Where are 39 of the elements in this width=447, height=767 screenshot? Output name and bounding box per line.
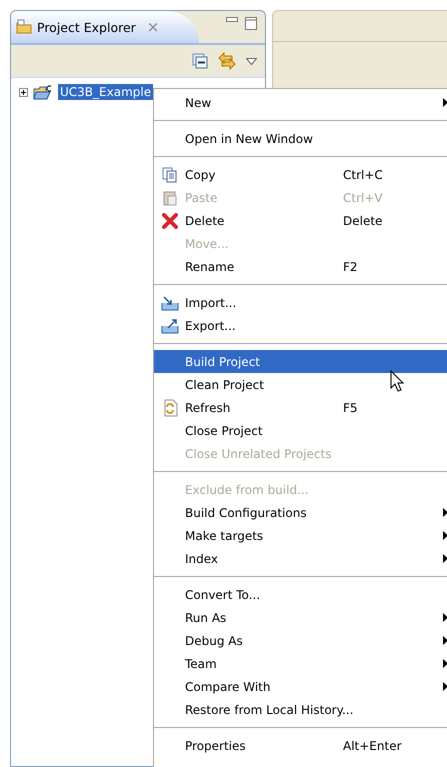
menu-item[interactable]: Team — [154, 652, 447, 675]
menu-item[interactable]: Open in New Window — [154, 127, 447, 150]
tree-item[interactable]: UC3B_Example — [58, 84, 154, 100]
menu-item[interactable]: Close Project — [154, 419, 447, 442]
menu-item[interactable]: Run As — [154, 606, 447, 629]
copy-icon — [162, 166, 178, 182]
menu-item[interactable]: Import... — [154, 291, 447, 314]
menu-item[interactable]: Rename F2 — [154, 255, 447, 278]
mouse-pointer-icon — [390, 370, 404, 392]
view-title: Project Explorer — [37, 20, 136, 34]
menu-item[interactable]: Build Configurations — [154, 501, 447, 524]
dropdown-icon[interactable] — [246, 58, 257, 64]
expand-icon[interactable] — [19, 88, 28, 96]
menu-item[interactable]: Copy Ctrl+C — [154, 163, 447, 186]
menu-item[interactable]: Export... — [154, 314, 447, 337]
maximize-icon[interactable] — [245, 17, 257, 30]
menu-item[interactable]: Properties Alt+Enter — [154, 734, 447, 757]
menu-item[interactable]: Delete Delete — [154, 209, 447, 232]
delete-icon — [162, 212, 178, 228]
folder-icon — [16, 19, 32, 35]
menu-item[interactable]: Debug As — [154, 629, 447, 652]
menu-item[interactable]: Restore from Local History... — [154, 698, 447, 721]
minimize-icon[interactable] — [226, 17, 238, 23]
clipboard-icon — [162, 190, 178, 206]
import-icon — [160, 294, 178, 310]
link-arrows-icon[interactable] — [218, 52, 236, 70]
project-folder-icon — [33, 84, 53, 100]
refresh-icon — [162, 398, 178, 416]
view-tab[interactable]: Project Explorer × — [11, 11, 200, 43]
menu-item[interactable]: Refresh F5 — [154, 396, 447, 419]
export-icon — [160, 318, 178, 334]
menu-item[interactable]: Compare With — [154, 675, 447, 698]
menu-item[interactable]: Make targets — [154, 524, 447, 547]
menu-item[interactable]: Index — [154, 547, 447, 570]
collapse-all-icon[interactable] — [192, 53, 208, 69]
menu-item[interactable]: Convert To... — [154, 583, 447, 606]
menu-item[interactable]: New — [154, 91, 447, 114]
menu-item[interactable]: Clean Project — [154, 373, 447, 396]
menu-item[interactable]: Build Project — [154, 350, 447, 373]
